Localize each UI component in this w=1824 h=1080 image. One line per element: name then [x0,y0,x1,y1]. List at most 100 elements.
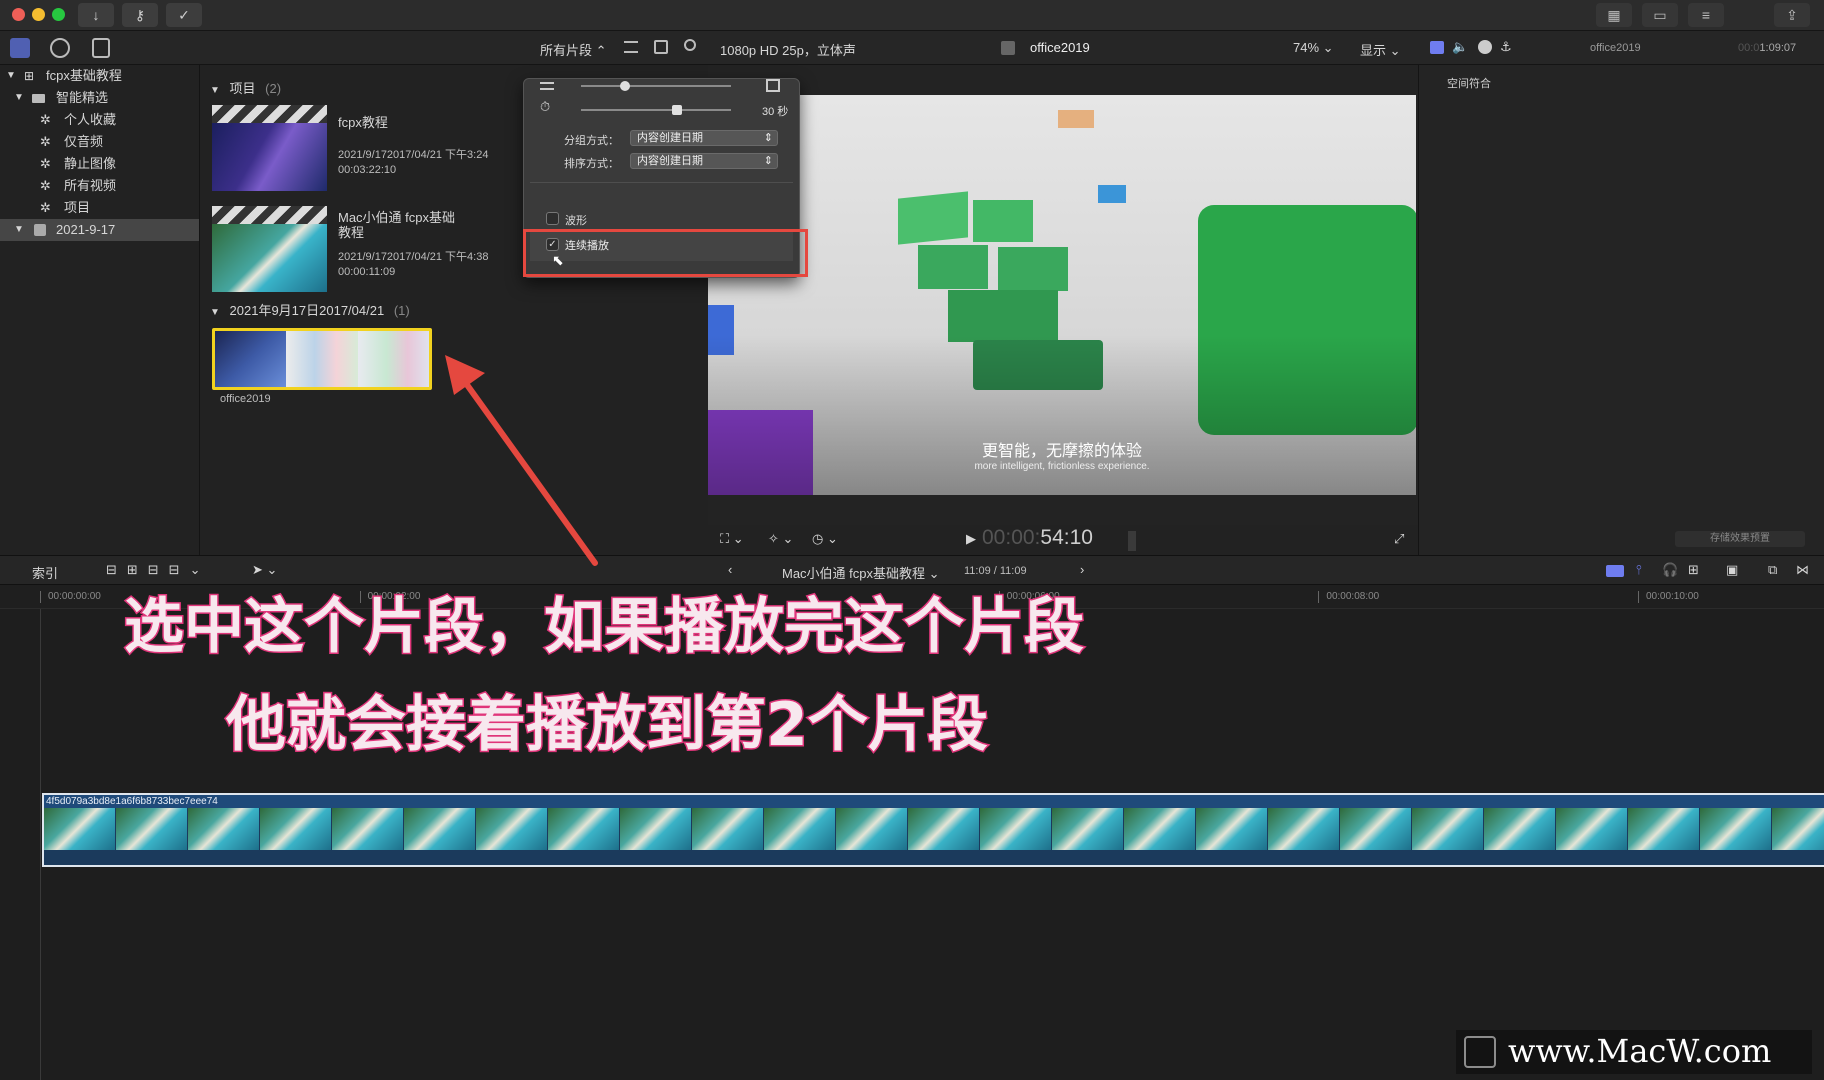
play-icon[interactable]: ▶ [966,531,976,547]
window-toolbar: ↓ ⚷ ✓ ▦ ▭ ≡ ⇪ [0,0,1824,31]
minimize-window-button[interactable] [32,8,45,21]
timeline-clip[interactable]: 4f5d079a3bd8e1a6f6b8733bec7eee74 [42,793,1824,867]
project-preview-image [212,224,327,292]
filmstrip-frame [476,808,548,850]
snapping-icon[interactable]: ⊞ [1688,562,1699,578]
background-tasks-button[interactable]: ✓ [166,3,202,27]
video-inspector-icon[interactable] [1430,41,1444,54]
solo-icon[interactable]: 🎧 [1662,562,1678,578]
checkmark-circle-icon: ✓ [178,7,190,23]
disclosure-triangle-icon[interactable]: ▼ [210,85,220,96]
arrow-shaft [457,372,598,566]
waveform-label: 波形 [565,215,587,227]
list-view-icon[interactable] [624,41,638,53]
disclosure-triangle-icon[interactable]: ▼ [14,87,24,109]
clip-label: 4f5d079a3bd8e1a6f6b8733bec7eee74 [44,795,1824,808]
clip-appearance-timeline-icon[interactable]: ▣ [1726,562,1738,578]
search-icon[interactable] [684,39,696,51]
viewer-timecode: 00:00:54:10 [982,526,1093,550]
project-thumbnail[interactable] [212,206,327,292]
enhance-icon[interactable]: ✧ ⌄ [768,531,793,547]
transitions-browser-icon[interactable]: ⋈ [1796,562,1809,578]
browser-toolbar: 所有片段 ⌃ [0,31,708,65]
filmstrip-frame [1700,808,1772,850]
filmstrip-frame [260,808,332,850]
select-tool-icon[interactable]: ➤ ⌄ [252,562,277,578]
layout-grid-button[interactable]: ▦ [1596,3,1632,27]
disclosure-triangle-icon[interactable]: ▼ [6,65,16,87]
clip-appearance-icon[interactable] [654,40,668,54]
key-icon: ⚷ [134,7,146,23]
photos-audio-icon[interactable] [50,38,70,58]
save-effects-preset-button[interactable]: 存储效果预置 [1675,531,1805,547]
import-button[interactable]: ↓ [78,3,114,27]
zoom-select[interactable]: 74% ⌄ [1293,40,1334,56]
sidebar-item-label: 2021-9-17 [56,222,116,237]
filmstrip-frame [692,808,764,850]
clip-height-large-icon [766,79,780,92]
viewer-format: 1080p HD 25p，立体声 [720,43,856,58]
edit-buttons-icon[interactable]: ⊟⊞⊟⊟⌄ [106,562,210,578]
video-frame[interactable]: 更智能，无摩擦的体验 more intelligent, frictionles… [708,95,1416,495]
transform-icon[interactable]: ⛶ ⌄ [720,531,744,547]
titles-generators-icon[interactable] [92,38,110,58]
history-back-icon[interactable]: ‹ [728,562,732,577]
viewer-controls: ⛶ ⌄ ✧ ⌄ ◷ ⌄ ▶ 00:00:54:10 ⤢ [708,525,1418,555]
group-by-select[interactable]: 内容创建日期 ⇕ [630,130,778,146]
waveform-checkbox[interactable] [546,212,559,225]
project-thumbnail[interactable] [212,105,327,191]
library-item[interactable]: ▼ ⊞ fcpx基础教程 [0,65,199,87]
share-inspector-icon[interactable]: ⚓ [1500,39,1512,55]
updown-icon: ⇕ [763,155,773,167]
sidebar-item-event[interactable]: ▼ 2021-9-17 [0,219,199,241]
close-window-button[interactable] [12,8,25,21]
timeline-toolbar: 索引 ⊟⊞⊟⊟⌄ ➤ ⌄ ‹ Mac小伯通 fcpx基础教程 ⌄ 11:09 /… [0,555,1824,585]
slider-knob[interactable] [620,81,630,91]
group-title: 项目 [229,81,256,96]
filmstrip-frame [548,808,620,850]
audio-skimming-icon[interactable]: ⫯ [1636,562,1642,578]
share-button[interactable]: ⇪ [1774,3,1810,27]
group-count: (2) [265,81,282,96]
sidebar-item-audio-only[interactable]: ✲ 仅音频 [0,131,199,153]
clip-filter-select[interactable]: 所有片段 ⌃ [540,40,607,59]
duration-slider[interactable] [581,109,731,111]
project-select[interactable]: Mac小伯通 fcpx基础教程 ⌄ [782,563,940,582]
watermark-text: www.MacW.com [1508,1032,1772,1070]
sidebar-item-all-video[interactable]: ✲ 所有视频 [0,175,199,197]
browser-layout-button[interactable]: ▭ [1642,3,1678,27]
sidebar-item-projects[interactable]: ✲ 项目 [0,197,199,219]
slider-knob[interactable] [672,105,682,115]
video-caption: 更智能，无摩擦的体验 [981,443,1142,460]
effects-browser-icon[interactable]: ⧉ [1768,562,1777,578]
sidebar-item-stills[interactable]: ✲ 静止图像 [0,153,199,175]
clip-height-slider[interactable] [581,85,731,87]
event-group-header[interactable]: ▼ 2021年9月17日2017/04/21 (1) [210,300,410,319]
sidebar-item-favorites[interactable]: ✲ 个人收藏 [0,109,199,131]
history-forward-icon[interactable]: › [1080,562,1084,577]
info-inspector-icon[interactable] [1478,40,1492,54]
sort-by-select[interactable]: 内容创建日期 ⇕ [630,153,778,169]
projects-group-header[interactable]: ▼ 项目 (2) [210,78,281,97]
keywords-button[interactable]: ⚷ [122,3,158,27]
sidebar-item-label: 个人收藏 [64,112,117,127]
index-button[interactable]: 索引 [32,563,58,582]
clapper-icon [212,105,327,123]
project-preview-image [212,123,327,191]
skimming-icon[interactable] [1606,565,1624,577]
fullscreen-icon[interactable]: ⤢ [1394,531,1404,547]
playhead-line [40,609,41,1080]
retime-icon[interactable]: ◷ ⌄ [812,531,838,547]
disclosure-triangle-icon[interactable]: ▼ [210,307,220,318]
display-select[interactable]: 显示 ⌄ [1360,40,1401,59]
selected-clip-filmstrip[interactable] [212,328,432,390]
zoom-window-button[interactable] [52,8,65,21]
libraries-icon[interactable] [10,38,30,58]
inspector-layout-button[interactable]: ≡ [1688,3,1724,27]
inspector-layout-icon: ≡ [1701,7,1711,23]
group-by-label: 分组方式： [564,135,619,147]
filmstrip-frame [1052,808,1124,850]
smart-collections-folder[interactable]: ▼ 智能精选 [0,87,199,109]
audio-inspector-icon[interactable]: 🔈 [1452,39,1468,55]
disclosure-triangle-icon[interactable]: ▼ [14,219,24,241]
